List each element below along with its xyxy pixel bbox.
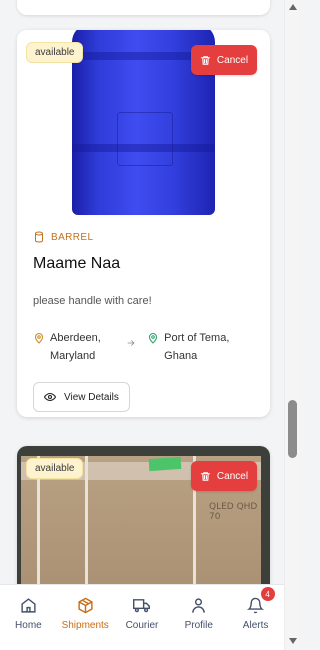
home-icon xyxy=(21,598,36,613)
nav-profile-label: Profile xyxy=(184,620,213,631)
shipment-card: available Cancel BARREL Maame Naa please… xyxy=(17,30,270,417)
bottom-nav: Home Shipments Courier Profile 4 Alerts xyxy=(0,584,284,650)
origin: Aberdeen, Maryland xyxy=(33,329,120,365)
cylinder-icon xyxy=(35,231,43,243)
package-icon xyxy=(78,597,93,614)
shipment-image: QLED QHD 70 available Cancel xyxy=(17,446,270,606)
nav-home[interactable]: Home xyxy=(0,597,56,650)
trash-icon xyxy=(200,471,211,481)
bell-icon xyxy=(247,597,265,614)
shipment-card: QLED QHD 70 available Cancel xyxy=(17,446,270,606)
shipment-image: available Cancel xyxy=(17,30,270,215)
previous-shipment-card xyxy=(17,0,270,15)
status-badge: available xyxy=(26,458,84,479)
cancel-button[interactable]: Cancel xyxy=(191,45,257,75)
arrow-right-icon xyxy=(120,338,143,348)
scroll-down-arrow-icon[interactable] xyxy=(289,638,297,644)
eye-icon xyxy=(44,392,56,402)
shipment-type: BARREL xyxy=(33,231,254,243)
scrollbar[interactable] xyxy=(284,0,300,650)
nav-profile[interactable]: Profile xyxy=(171,597,227,650)
trash-icon xyxy=(200,55,211,65)
nav-shipments-label: Shipments xyxy=(61,620,109,631)
recipient-name: Maame Naa xyxy=(33,255,121,272)
cancel-label: Cancel xyxy=(216,54,249,66)
scrollbar-thumb[interactable] xyxy=(288,400,297,458)
nav-courier[interactable]: Courier xyxy=(114,597,170,650)
nav-alerts-label: Alerts xyxy=(242,620,269,631)
nav-alerts[interactable]: 4 Alerts xyxy=(228,587,284,650)
truck-icon xyxy=(133,599,151,613)
destination: Port of Tema, Ghana xyxy=(147,329,254,365)
status-badge: available xyxy=(26,42,84,63)
shipment-note: please handle with care! xyxy=(33,295,152,307)
cancel-label: Cancel xyxy=(216,470,249,482)
box-print: QLED QHD 70 xyxy=(209,502,258,522)
view-details-label: View Details xyxy=(64,391,119,403)
nav-shipments[interactable]: Shipments xyxy=(57,597,113,650)
map-pin-icon xyxy=(34,332,44,344)
destination-label: Port of Tema, Ghana xyxy=(164,332,230,362)
origin-label: Aberdeen, Maryland xyxy=(50,332,101,362)
shipments-list: available Cancel BARREL Maame Naa please… xyxy=(0,0,284,650)
map-pin-icon xyxy=(149,332,158,344)
view-details-button[interactable]: View Details xyxy=(33,382,130,412)
user-icon xyxy=(192,598,206,613)
nav-home-label: Home xyxy=(15,620,42,631)
cancel-button[interactable]: Cancel xyxy=(191,461,257,491)
scroll-up-arrow-icon[interactable] xyxy=(289,4,297,10)
alerts-count-badge: 4 xyxy=(260,587,275,601)
shipment-type-label: BARREL xyxy=(51,231,94,243)
nav-courier-label: Courier xyxy=(125,620,159,631)
shipment-route: Aberdeen, Maryland Port of Tema, Ghana xyxy=(33,329,254,365)
